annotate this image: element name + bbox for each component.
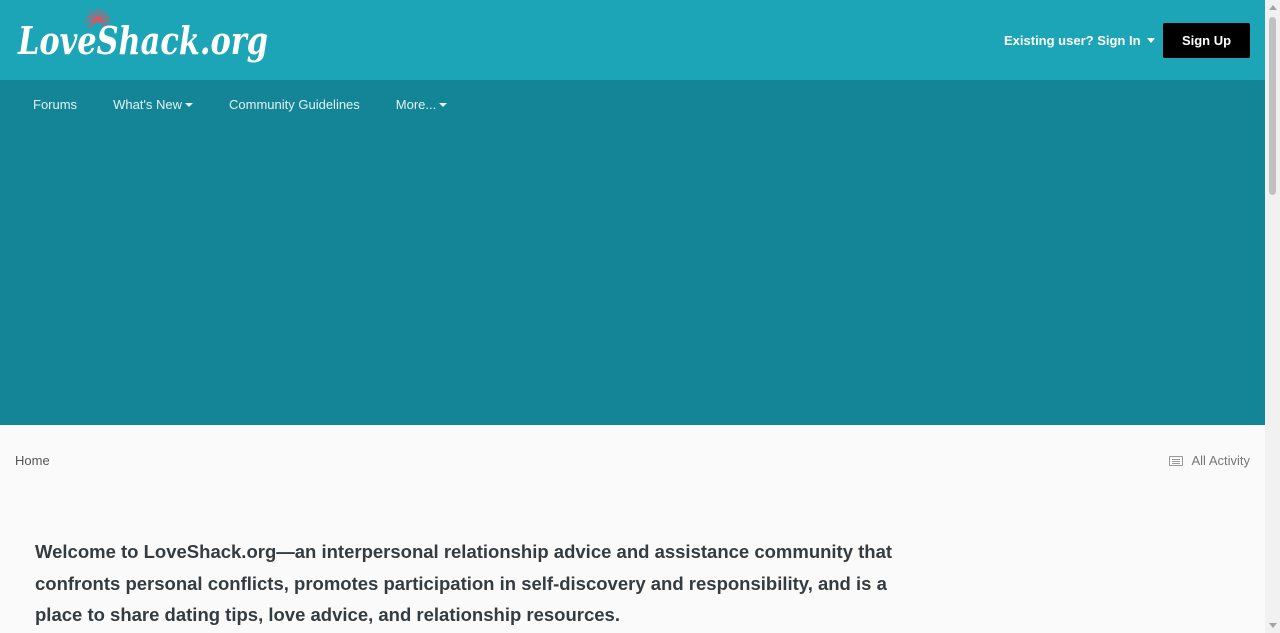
newspaper-icon — [1169, 456, 1184, 466]
nav-item-forums[interactable]: Forums — [15, 80, 95, 130]
caret-down-icon — [185, 103, 194, 107]
logo-wordmark: LoveShack.org — [17, 18, 268, 63]
nav-item-label: What's New — [113, 97, 183, 112]
logo-graphic: LoveShack.org — [17, 8, 268, 63]
site-logo[interactable]: LoveShack.org — [16, 6, 272, 78]
sign-in-label: Existing user? Sign In — [1004, 33, 1141, 48]
breadcrumb-home[interactable]: Home — [15, 453, 50, 469]
scroll-up-arrow-icon[interactable] — [1269, 5, 1277, 10]
nav-item-label: Forums — [33, 97, 78, 112]
nav-band: Forums What's New Community Guidelines M… — [0, 80, 1265, 425]
site-header: LoveShack.org Existing user? Sign In Sig… — [0, 0, 1265, 80]
caret-down-icon — [439, 103, 448, 107]
nav-item-community-guidelines[interactable]: Community Guidelines — [211, 80, 378, 130]
scroll-down-arrow-icon[interactable] — [1269, 623, 1277, 628]
nav-item-more[interactable]: More... — [378, 80, 465, 130]
sign-up-button[interactable]: Sign Up — [1163, 23, 1250, 58]
scrollbar-thumb[interactable] — [1269, 17, 1276, 195]
nav-item-label: More... — [395, 97, 437, 112]
page: LoveShack.org Existing user? Sign In Sig… — [0, 0, 1265, 633]
primary-nav: Forums What's New Community Guidelines M… — [15, 80, 465, 130]
welcome-message: Welcome to LoveShack.org—an interpersona… — [35, 541, 893, 625]
page-scrollbar[interactable] — [1265, 0, 1280, 633]
nav-item-whats-new[interactable]: What's New — [95, 80, 211, 130]
all-activity-label: All Activity — [1191, 453, 1250, 468]
nav-item-label: Community Guidelines — [229, 97, 360, 112]
caret-down-icon — [1146, 38, 1155, 43]
all-activity-link[interactable]: All Activity — [1169, 453, 1250, 469]
sign-in-dropdown[interactable]: Existing user? Sign In — [1004, 33, 1155, 49]
